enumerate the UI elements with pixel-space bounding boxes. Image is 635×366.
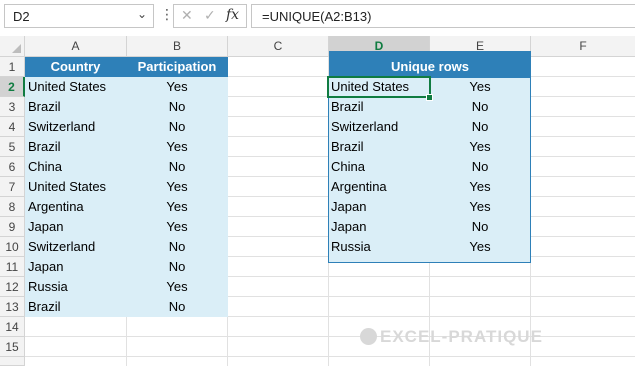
column-header-f[interactable]: F bbox=[531, 36, 635, 56]
row-header-9[interactable]: 9 bbox=[0, 217, 25, 237]
row-header-15[interactable]: 15 bbox=[0, 337, 25, 357]
table-cell[interactable]: Brazil bbox=[331, 137, 364, 157]
table-cell[interactable]: Yes bbox=[429, 177, 531, 197]
table-cell[interactable]: Yes bbox=[126, 217, 228, 237]
unique-header[interactable]: Unique rows bbox=[329, 57, 531, 77]
table-cell[interactable]: Yes bbox=[126, 137, 228, 157]
table-cell[interactable]: United States bbox=[28, 177, 106, 197]
table-cell[interactable]: Yes bbox=[126, 177, 228, 197]
column-headers: A B C D E F bbox=[0, 36, 635, 57]
table-cell[interactable]: Yes bbox=[126, 277, 228, 297]
fx-icon[interactable]: fx bbox=[226, 7, 239, 23]
table-cell[interactable]: United States bbox=[28, 77, 106, 97]
row-header-1[interactable]: 1 bbox=[0, 57, 25, 77]
row-header-12[interactable]: 12 bbox=[0, 277, 25, 297]
row-header-3[interactable]: 3 bbox=[0, 97, 25, 117]
column-header-c[interactable]: C bbox=[228, 36, 329, 56]
table-cell[interactable]: Yes bbox=[126, 77, 228, 97]
table-cell[interactable]: Japan bbox=[331, 217, 366, 237]
check-icon[interactable]: ✓ bbox=[204, 7, 216, 24]
fill-handle[interactable] bbox=[426, 94, 433, 101]
table-cell[interactable]: No bbox=[429, 117, 531, 137]
close-icon[interactable]: ✕ bbox=[181, 7, 193, 24]
row-header-7[interactable]: 7 bbox=[0, 177, 25, 197]
row-header-2[interactable]: 2 bbox=[0, 77, 25, 97]
table-cell[interactable]: Yes bbox=[429, 197, 531, 217]
table-cell[interactable]: Yes bbox=[429, 77, 531, 97]
table-cell[interactable]: No bbox=[429, 217, 531, 237]
table-cell[interactable]: No bbox=[429, 157, 531, 177]
row-header-8[interactable]: 8 bbox=[0, 197, 25, 217]
select-all-button[interactable] bbox=[0, 36, 25, 56]
row-header-4[interactable]: 4 bbox=[0, 117, 25, 137]
table-cell[interactable]: Russia bbox=[28, 277, 68, 297]
formula-input[interactable]: =UNIQUE(A2:B13) bbox=[251, 4, 635, 28]
name-box[interactable]: D2 ⌄ bbox=[4, 4, 154, 28]
row-header-14[interactable]: 14 bbox=[0, 317, 25, 337]
table-cell[interactable]: China bbox=[331, 157, 365, 177]
table-cell[interactable]: No bbox=[126, 97, 228, 117]
watermark: EXCEL-PRATIQUE bbox=[380, 327, 543, 346]
row-header-16[interactable] bbox=[0, 357, 25, 366]
chevron-down-icon[interactable]: ⌄ bbox=[137, 7, 147, 21]
row-header-10[interactable]: 10 bbox=[0, 237, 25, 257]
table-cell[interactable]: Argentina bbox=[28, 197, 84, 217]
table-cell[interactable]: Brazil bbox=[28, 297, 61, 317]
worksheet-grid[interactable]: Country Participation United States Yes … bbox=[25, 51, 635, 366]
table-cell[interactable]: China bbox=[28, 157, 62, 177]
row-header-11[interactable]: 11 bbox=[0, 257, 25, 277]
formula-bar: D2 ⌄ ⋮ ✕ ✓ fx =UNIQUE(A2:B13) bbox=[0, 0, 635, 34]
active-cell[interactable] bbox=[327, 76, 431, 98]
table-cell[interactable]: No bbox=[126, 117, 228, 137]
table-cell[interactable]: Yes bbox=[126, 197, 228, 217]
row-header-13[interactable]: 13 bbox=[0, 297, 25, 317]
table-cell[interactable]: Brazil bbox=[331, 97, 364, 117]
table-cell[interactable]: Brazil bbox=[28, 137, 61, 157]
table-cell[interactable]: Switzerland bbox=[331, 117, 398, 137]
table-cell[interactable]: Japan bbox=[331, 197, 366, 217]
table-cell[interactable]: Brazil bbox=[28, 97, 61, 117]
column-header-b[interactable]: B bbox=[127, 36, 228, 56]
table-cell[interactable]: No bbox=[126, 157, 228, 177]
column-header-a[interactable]: A bbox=[25, 36, 127, 56]
table-cell[interactable]: Switzerland bbox=[28, 237, 95, 257]
row-header-6[interactable]: 6 bbox=[0, 157, 25, 177]
table-cell[interactable]: Yes bbox=[429, 237, 531, 257]
table-cell[interactable]: No bbox=[126, 237, 228, 257]
table-cell[interactable]: Russia bbox=[331, 237, 371, 257]
table-cell[interactable]: Yes bbox=[429, 137, 531, 157]
source-header-country[interactable]: Country bbox=[25, 57, 126, 77]
table-cell[interactable]: Argentina bbox=[331, 177, 387, 197]
name-box-value: D2 bbox=[13, 9, 30, 24]
table-cell[interactable]: Switzerland bbox=[28, 117, 95, 137]
table-cell[interactable]: Japan bbox=[28, 217, 63, 237]
table-cell[interactable]: No bbox=[126, 297, 228, 317]
formula-text: =UNIQUE(A2:B13) bbox=[262, 9, 372, 24]
logo-icon bbox=[360, 328, 377, 345]
table-cell[interactable]: Japan bbox=[28, 257, 63, 277]
table-cell[interactable]: No bbox=[429, 97, 531, 117]
source-header-participation[interactable]: Participation bbox=[126, 57, 228, 77]
table-cell[interactable]: No bbox=[126, 257, 228, 277]
formula-buttons: ✕ ✓ fx bbox=[173, 4, 247, 28]
row-header-5[interactable]: 5 bbox=[0, 137, 25, 157]
more-vertical-icon[interactable]: ⋮ bbox=[160, 6, 174, 23]
